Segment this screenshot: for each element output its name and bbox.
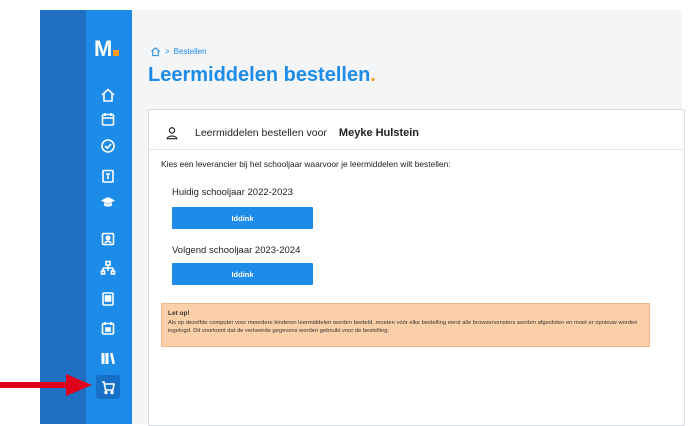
sidebar-item-organisation[interactable] — [96, 256, 120, 280]
sidebar-item-home[interactable] — [96, 83, 120, 107]
breadcrumb-separator: > — [165, 46, 170, 56]
hierarchy-icon — [100, 260, 116, 275]
logo-dot — [113, 50, 120, 56]
user-icon — [166, 127, 178, 140]
notice-title: Let op! — [168, 310, 190, 317]
warning-notice: Let op! Als op dezelfde computer voor me… — [161, 303, 650, 347]
id-card-icon — [101, 232, 115, 246]
page-title: Leermiddelen bestellen. — [148, 64, 376, 87]
card-header-label: Leermiddelen bestellen voor — [195, 127, 327, 139]
books-icon — [101, 352, 115, 365]
calendar-icon — [101, 113, 115, 126]
breadcrumb: > Bestellen — [150, 44, 207, 58]
home-icon[interactable] — [150, 46, 161, 57]
calendar-alt-icon — [101, 322, 115, 335]
sidebar-item-order[interactable] — [96, 375, 120, 399]
student-name: Meyke Hulstein — [338, 127, 420, 139]
grades-icon — [102, 169, 114, 183]
sidebar-item-documents[interactable] — [96, 287, 120, 311]
check-circle-icon — [101, 139, 115, 153]
home-icon — [101, 88, 115, 102]
window-frame — [40, 10, 86, 424]
app-logo[interactable]: M — [94, 36, 128, 62]
card-header: Leermiddelen bestellen voor Meyke Hulste… — [165, 124, 419, 142]
logo-letter: M — [94, 36, 113, 61]
page-title-text: Leermiddelen bestellen — [148, 64, 371, 86]
year-label-current: Huidig schooljaar 2022-2023 — [172, 187, 293, 198]
notice-text: Als op dezelfde computer voor meerdere k… — [168, 320, 638, 334]
intro-text: Kies een leverancier bij het schooljaar … — [161, 159, 451, 169]
graduation-cap-icon — [101, 197, 115, 207]
sidebar-item-study[interactable] — [96, 190, 120, 214]
sidebar-item-tasks[interactable] — [96, 134, 120, 158]
supplier-button-current[interactable]: Iddink — [172, 207, 313, 229]
supplier-button-next[interactable]: Iddink — [172, 263, 313, 285]
page-title-dot: . — [370, 64, 376, 86]
red-arrow-annotation — [0, 374, 92, 396]
cart-icon — [102, 381, 115, 395]
sidebar-item-library[interactable] — [96, 346, 120, 370]
sidebar-item-planner[interactable] — [96, 316, 120, 340]
sidebar-item-grades[interactable] — [96, 164, 120, 188]
year-label-next: Volgend schooljaar 2023-2024 — [172, 245, 301, 256]
document-icon — [102, 292, 114, 306]
card-divider — [149, 149, 683, 150]
sidebar-item-agenda[interactable] — [96, 107, 120, 131]
breadcrumb-current[interactable]: Bestellen — [174, 47, 207, 56]
sidebar-item-profile[interactable] — [96, 227, 120, 251]
